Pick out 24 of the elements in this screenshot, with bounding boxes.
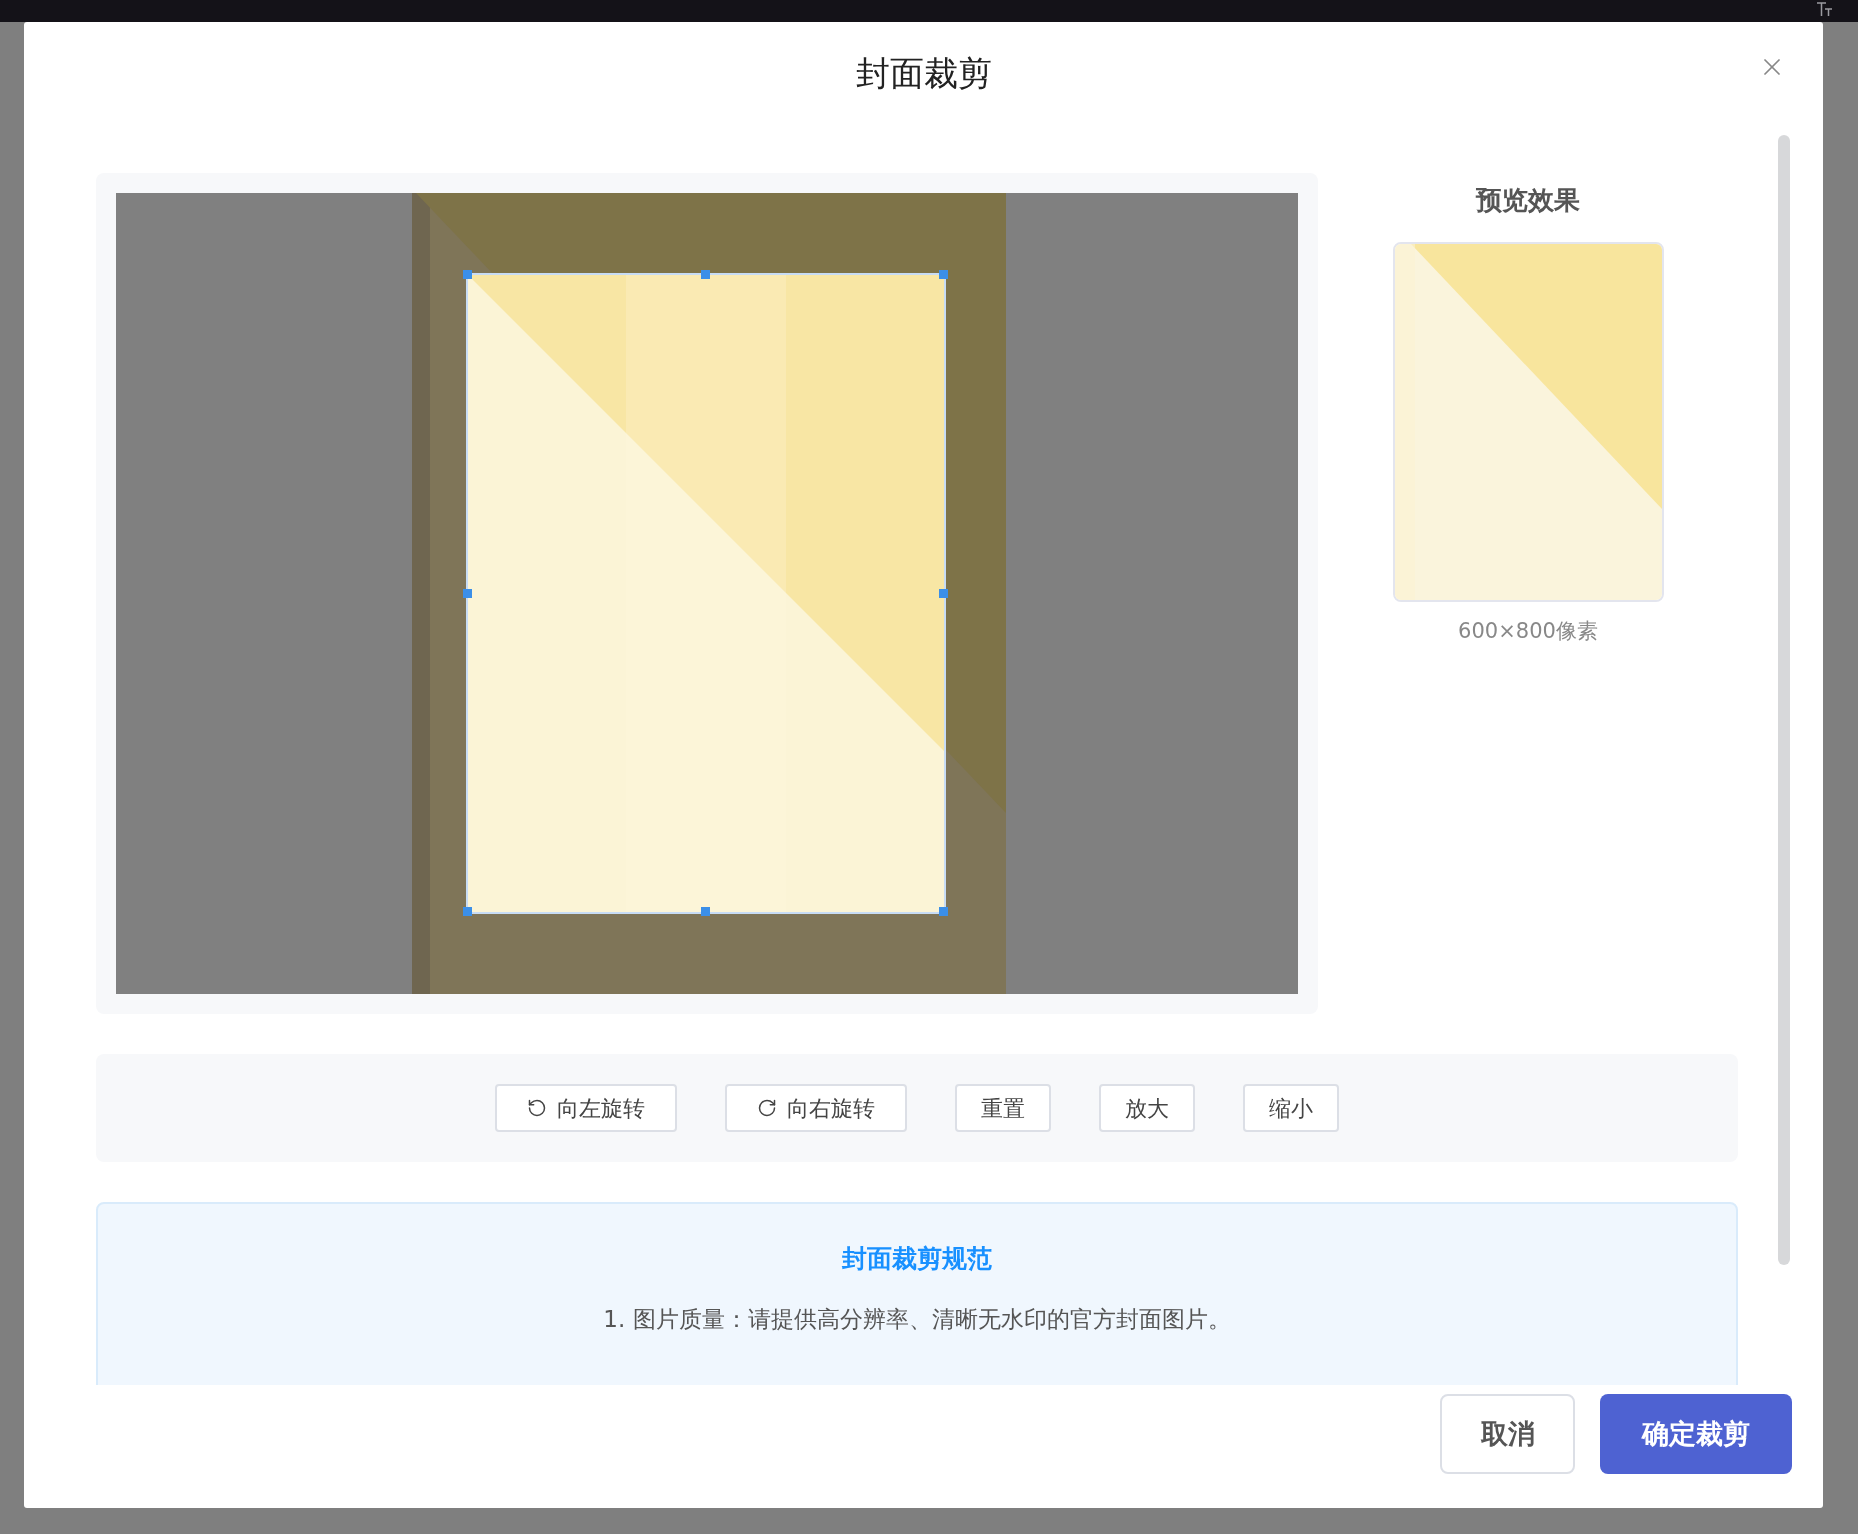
rules-title: 封面裁剪规范: [842, 1243, 992, 1275]
crop-handle[interactable]: [939, 907, 948, 916]
toolbar-button[interactable]: 放大: [1099, 1084, 1195, 1132]
rule-text: 1. 图片质量：请提供高分辨率、清晰无水印的官方封面图片。: [603, 1304, 1231, 1334]
crop-handle[interactable]: [463, 270, 472, 279]
scrollbar[interactable]: [1778, 135, 1790, 1265]
preview-title: 预览效果: [1476, 184, 1580, 217]
crop-handle[interactable]: [701, 270, 710, 279]
crop-handle[interactable]: [463, 907, 472, 916]
crop-handle[interactable]: [463, 588, 472, 598]
cancel-button[interactable]: 取消: [1440, 1394, 1575, 1474]
confirm-button[interactable]: 确定裁剪: [1600, 1394, 1792, 1474]
crop-handle[interactable]: [939, 588, 948, 598]
toolbar-button[interactable]: 重置: [955, 1084, 1051, 1132]
rotate-button[interactable]: 向右旋转: [725, 1084, 907, 1132]
rotate-button[interactable]: 向左旋转: [495, 1084, 677, 1132]
toolbar-button[interactable]: 缩小: [1243, 1084, 1339, 1132]
rotate-left-icon: [527, 1098, 547, 1118]
rotate-right-icon: [757, 1098, 777, 1118]
crop-handle[interactable]: [939, 270, 948, 279]
crop-handle[interactable]: [701, 907, 710, 916]
text-size-icon[interactable]: [1816, 1, 1834, 17]
dialog-title: 封面裁剪: [855, 52, 992, 95]
preview-size: 600×800像素: [1458, 618, 1598, 645]
